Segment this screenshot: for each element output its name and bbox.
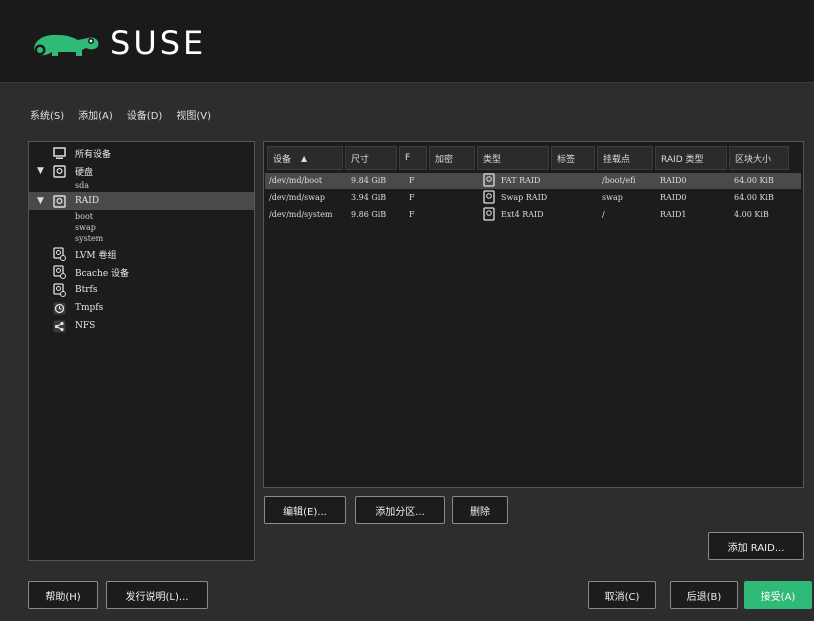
sort-up-icon: ▲ xyxy=(301,153,308,163)
menu-system[interactable]: 系统(S) xyxy=(30,107,64,122)
column-header-encryption[interactable]: 加密 xyxy=(429,146,475,170)
menu-device[interactable]: 设备(D) xyxy=(127,107,163,122)
cancel-button[interactable]: 取消(C) xyxy=(588,581,656,609)
column-header-size[interactable]: 尺寸 xyxy=(345,146,397,170)
release-notes-button[interactable]: 发行说明(L)... xyxy=(106,581,208,609)
tree-item-lvm[interactable]: LVM 卷组 xyxy=(29,245,254,263)
tree-item-disks[interactable]: ▼ 硬盘 xyxy=(29,162,254,180)
disk-icon xyxy=(483,190,495,204)
tree-item-btrfs[interactable]: Btrfs xyxy=(29,281,254,299)
table-header: 设备 ▲ 尺寸 F 加密 类型 标签 挂载点 RAID 类型 区块大小 xyxy=(267,146,791,170)
tree-item-bcache[interactable]: Bcache 设备 xyxy=(29,263,254,281)
menu-bar: 系统(S) 添加(A) 设备(D) 视图(V) xyxy=(30,107,211,122)
disk-icon xyxy=(483,207,495,221)
tree-item-boot[interactable]: boot xyxy=(75,211,93,222)
delete-button[interactable]: 删除 xyxy=(452,496,508,524)
tree-item-tmpfs[interactable]: Tmpfs xyxy=(29,299,254,317)
bcache-icon xyxy=(53,265,66,279)
add-partition-button[interactable]: 添加分区... xyxy=(355,496,445,524)
edit-button[interactable]: 编辑(E)... xyxy=(264,496,346,524)
table-row[interactable]: /dev/md/system 9.86 GiB F Ext4 RAID / RA… xyxy=(265,207,801,223)
nfs-icon xyxy=(53,320,66,333)
table-row[interactable]: /dev/md/swap 3.94 GiB F Swap RAID swap R… xyxy=(265,190,801,206)
header-bar: SUSE xyxy=(0,0,814,83)
chameleon-icon xyxy=(34,34,99,56)
device-tree[interactable]: 所有设备 ▼ 硬盘 sda ▼ RAID boot swap system LV… xyxy=(28,141,255,561)
monitor-icon xyxy=(53,146,66,160)
menu-add[interactable]: 添加(A) xyxy=(78,107,113,122)
tmpfs-icon xyxy=(53,302,66,315)
tree-item-swap[interactable]: swap xyxy=(75,222,96,233)
lvm-icon xyxy=(53,247,66,261)
disk-icon xyxy=(53,164,66,178)
brand-name: SUSE xyxy=(110,24,207,62)
table-row[interactable]: /dev/md/boot 9.84 GiB F FAT RAID /boot/e… xyxy=(265,173,801,189)
tree-item-nfs[interactable]: NFS xyxy=(29,317,254,335)
accept-button[interactable]: 接受(A) xyxy=(744,581,812,609)
column-header-chunk-size[interactable]: 区块大小 xyxy=(729,146,789,170)
raid-icon xyxy=(53,194,66,208)
column-header-type[interactable]: 类型 xyxy=(477,146,549,170)
chevron-down-icon[interactable]: ▼ xyxy=(37,166,44,176)
help-button[interactable]: 帮助(H) xyxy=(28,581,98,609)
column-header-raid-type[interactable]: RAID 类型 xyxy=(655,146,727,170)
column-header-label[interactable]: 标签 xyxy=(551,146,595,170)
menu-view[interactable]: 视图(V) xyxy=(176,107,211,122)
suse-logo: SUSE xyxy=(28,24,206,62)
disk-icon xyxy=(483,173,495,187)
chevron-down-icon[interactable]: ▼ xyxy=(37,196,44,206)
tree-item-raid[interactable]: ▼ RAID xyxy=(29,192,254,210)
tree-item-all-devices[interactable]: 所有设备 xyxy=(29,144,254,162)
device-table[interactable]: 设备 ▲ 尺寸 F 加密 类型 标签 挂载点 RAID 类型 区块大小 /dev/… xyxy=(263,141,804,488)
column-header-mount-point[interactable]: 挂载点 xyxy=(597,146,653,170)
column-header-f[interactable]: F xyxy=(399,146,427,170)
btrfs-icon xyxy=(53,283,66,297)
column-header-device[interactable]: 设备 ▲ xyxy=(267,146,343,170)
back-button[interactable]: 后退(B) xyxy=(670,581,738,609)
tree-item-system[interactable]: system xyxy=(75,233,103,244)
tree-item-sda[interactable]: sda xyxy=(75,180,89,191)
add-raid-button[interactable]: 添加 RAID... xyxy=(708,532,804,560)
